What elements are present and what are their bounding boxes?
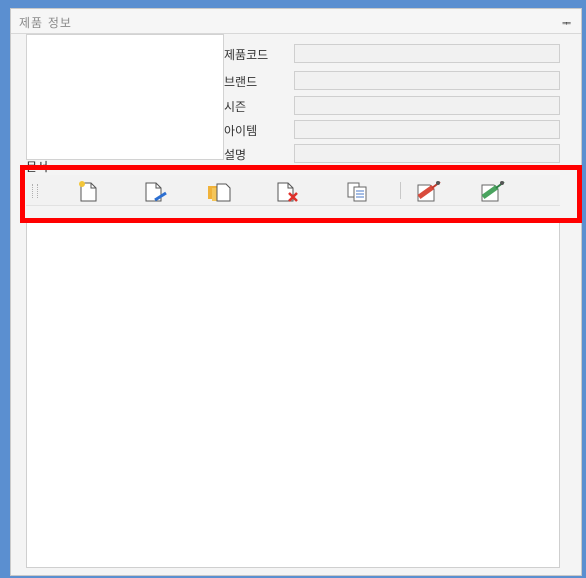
product-image-box [26,34,224,160]
panel-header: 제품 정보 ᆍ [11,9,581,34]
edit-document-icon [145,182,167,202]
copy-documents-button[interactable] [206,179,234,203]
attach-green-button[interactable] [478,179,506,203]
toolbar-grip[interactable] [32,184,38,198]
documents-label: 문서 [26,160,49,174]
delete-document-icon [277,182,298,202]
paste-document-icon [347,182,367,202]
attach-red-icon [417,181,441,202]
brand-field[interactable] [294,71,560,90]
field-label-season: 시즌 [224,100,247,114]
product-code-field[interactable] [294,44,560,63]
field-label-brand: 브랜드 [224,75,258,89]
document-toolbar [26,175,560,206]
paste-document-button[interactable] [344,179,372,203]
new-document-icon [79,181,97,202]
item-field[interactable] [294,120,560,139]
document-list[interactable] [26,218,560,568]
panel-title: 제품 정보 [19,16,72,30]
copy-documents-icon [208,183,231,202]
attach-green-icon [481,181,505,202]
description-field[interactable] [294,144,560,163]
new-document-button[interactable] [74,179,102,203]
attach-red-button[interactable] [414,179,442,203]
toolbar-separator [400,182,401,199]
edit-document-button[interactable] [142,179,170,203]
field-label-product-code: 제품코드 [224,48,269,62]
field-label-item: 아이템 [224,124,258,138]
season-field[interactable] [294,96,560,115]
delete-document-button[interactable] [274,179,302,203]
field-label-description: 설명 [224,148,247,162]
pin-icon[interactable]: ᆍ [562,15,571,30]
